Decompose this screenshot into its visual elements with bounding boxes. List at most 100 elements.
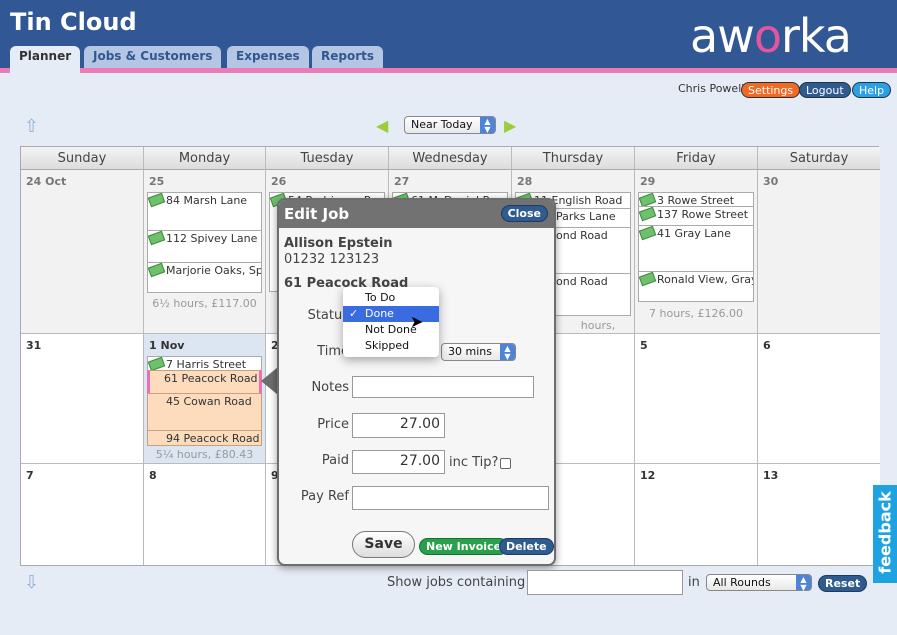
status-option-done[interactable]: ✓ Done — [343, 306, 439, 322]
date: 12 — [640, 469, 656, 482]
edit-job-dialog: Edit Job Close Allison Epstein 01232 123… — [277, 198, 556, 566]
date: 5 — [640, 339, 648, 352]
job-item[interactable]: 112 Spivey Lane — [147, 230, 262, 263]
day-header: Monday — [144, 147, 266, 170]
filter-label: Show jobs containing — [387, 575, 526, 590]
day-cell[interactable]: 30 — [758, 170, 880, 334]
date: 29 — [640, 175, 656, 188]
day-cell[interactable]: 31 — [21, 334, 144, 464]
status-option-skipped[interactable]: Skipped — [343, 338, 439, 354]
select-arrows-icon: ▲ ▼ — [796, 575, 811, 592]
payref-label: Pay Ref — [300, 489, 349, 504]
new-invoice-button[interactable]: New Invoice — [419, 538, 509, 555]
day-cell[interactable]: 8 — [144, 464, 266, 565]
day-cell[interactable]: 24 Oct — [21, 170, 144, 334]
save-button[interactable]: Save — [352, 531, 415, 558]
price-input[interactable]: 27.00 — [352, 413, 445, 438]
date: 26 — [271, 175, 287, 188]
tab-jobs-customers[interactable]: Jobs & Customers — [84, 46, 222, 68]
reset-button[interactable]: Reset — [818, 575, 868, 592]
job-item[interactable]: 137 Rowe Street — [638, 206, 754, 226]
day-header: Thursday — [512, 147, 635, 170]
job-item[interactable]: Marjorie Oaks, Spivey — [147, 262, 262, 293]
day-summary: 5¼ hours, £80.43 — [155, 448, 254, 461]
date: 28 — [517, 175, 533, 188]
job-item[interactable]: 45 Cowan Road — [147, 393, 262, 431]
dialog-title-bar: Edit Job Close — [279, 200, 554, 228]
duration-select[interactable]: 30 mins ▲ ▼ — [441, 343, 516, 361]
delete-button[interactable]: Delete — [499, 538, 554, 555]
date: 13 — [763, 469, 779, 482]
mouse-cursor-icon: ➤ — [410, 312, 424, 331]
header-stripe — [0, 68, 897, 73]
payref-input[interactable] — [352, 486, 549, 510]
next-arrow-icon[interactable]: ▶ — [504, 116, 516, 135]
day-cell-today[interactable]: 1 Nov 7 Harris Street 61 Peacock Road 45… — [144, 334, 266, 464]
date: 8 — [149, 469, 157, 482]
select-arrows-icon: ▲ ▼ — [500, 344, 515, 361]
job-item[interactable]: 94 Peacock Road — [147, 430, 262, 446]
close-button[interactable]: Close — [500, 205, 548, 222]
day-cell[interactable]: 29 3 Rowe Street 137 Rowe Street 41 Gray… — [635, 170, 758, 334]
tab-expenses[interactable]: Expenses — [227, 46, 309, 68]
paid-money-icon — [148, 193, 166, 208]
price-label: Price — [317, 417, 349, 432]
date: 1 Nov — [149, 339, 185, 352]
day-header: Saturday — [758, 147, 880, 170]
paid-money-icon — [639, 193, 657, 206]
feedback-label: feedback — [875, 491, 895, 574]
app-title: Tin Cloud — [10, 8, 137, 36]
status-option-to-do[interactable]: To Do — [343, 290, 439, 306]
date: 7 — [26, 469, 34, 482]
rounds-select[interactable]: All Rounds ▲ ▼ — [706, 574, 812, 592]
tab-reports[interactable]: Reports — [312, 46, 384, 68]
paid-money-icon — [148, 263, 166, 278]
day-cell[interactable]: 7 — [21, 464, 144, 565]
duration-value: 30 mins — [448, 345, 492, 358]
settings-button[interactable]: Settings — [741, 82, 801, 98]
day-header: Sunday — [21, 147, 144, 170]
tab-planner[interactable]: Planner — [10, 46, 81, 73]
day-cell[interactable]: 5 — [635, 334, 758, 464]
checkmark-icon: ✓ — [349, 307, 359, 320]
date: 24 Oct — [26, 175, 67, 188]
range-select[interactable]: Near Today ▲ ▼ — [404, 116, 496, 134]
paid-input[interactable]: 27.00 — [352, 450, 445, 474]
dialog-title: Edit Job — [284, 205, 350, 223]
popover-pointer — [261, 367, 278, 395]
day-summary: 6½ hours, £117.00 — [152, 297, 257, 310]
date: 31 — [26, 339, 42, 352]
help-button[interactable]: Help — [852, 82, 892, 98]
user-name: Chris Powell — [678, 82, 745, 95]
paid-money-icon — [639, 272, 657, 287]
job-item-selected[interactable]: 61 Peacock Road — [147, 370, 262, 394]
paid-label: Paid — [321, 453, 349, 468]
day-cell[interactable]: 13 — [758, 464, 880, 565]
day-header: Wednesday — [389, 147, 512, 170]
notes-input[interactable] — [352, 376, 534, 398]
feedback-tab[interactable]: feedback — [873, 485, 897, 583]
job-item[interactable]: 84 Marsh Lane — [147, 192, 262, 231]
previous-arrow-icon[interactable]: ◀ — [376, 116, 388, 135]
in-label: in — [688, 575, 700, 590]
job-item[interactable]: 41 Gray Lane — [638, 225, 754, 272]
date: 30 — [763, 175, 779, 188]
range-value: Near Today — [411, 118, 473, 131]
tip-checkbox[interactable] — [500, 458, 511, 469]
job-item[interactable]: 7 Harris Street — [147, 356, 262, 371]
scroll-up-arrow-icon[interactable]: ⇧ — [24, 116, 39, 137]
day-cell[interactable]: 12 — [635, 464, 758, 565]
day-header: Tuesday — [266, 147, 389, 170]
day-cell[interactable]: 6 — [758, 334, 880, 464]
paid-money-icon — [639, 226, 657, 241]
job-item[interactable]: 3 Rowe Street — [638, 192, 754, 207]
day-cell[interactable]: 25 84 Marsh Lane 112 Spivey Lane Marjori… — [144, 170, 266, 334]
job-item[interactable]: Ronald View, Gray Lane — [638, 271, 754, 302]
status-label: Status — [307, 308, 349, 323]
filter-input[interactable] — [527, 570, 683, 595]
scroll-down-arrow-icon[interactable]: ⇩ — [24, 572, 39, 593]
customer-phone: 01232 123123 — [284, 252, 380, 267]
day-header: Friday — [635, 147, 758, 170]
logout-button[interactable]: Logout — [799, 82, 851, 98]
status-option-not-done[interactable]: Not Done — [343, 322, 439, 338]
